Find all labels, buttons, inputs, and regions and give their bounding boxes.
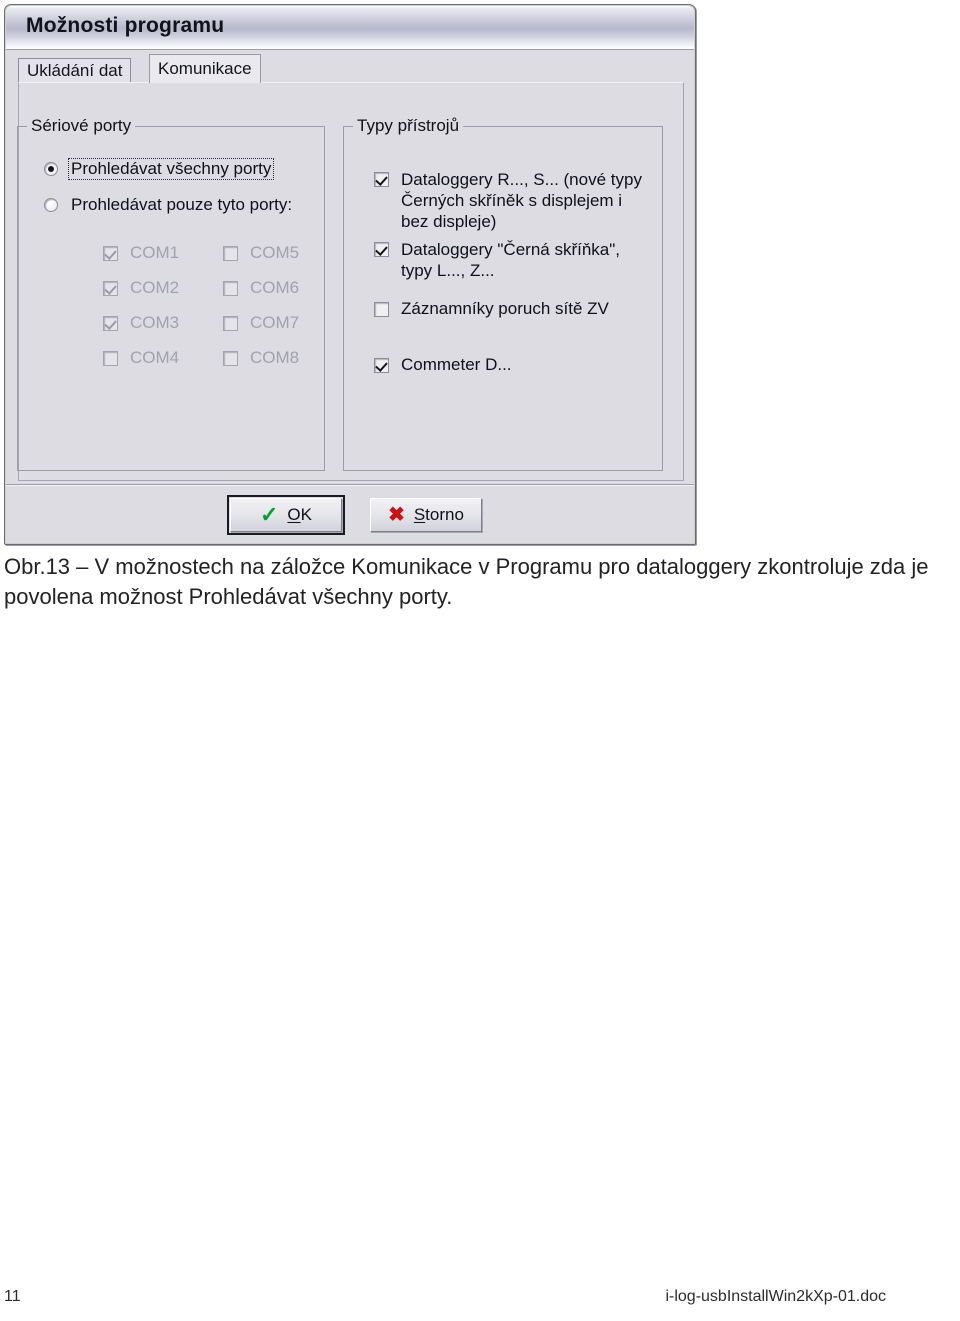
checkbox-com4[interactable]: COM4 (103, 348, 179, 368)
checkbox-label: Dataloggery "Černá skříňka", typy L..., … (401, 240, 620, 280)
checkbox-com3[interactable]: COM3 (103, 313, 179, 333)
radio-indicator-icon (44, 162, 58, 176)
ok-button[interactable]: ✓ OK (227, 495, 345, 535)
dialog-button-bar: ✓ OK ✖ Storno (6, 484, 694, 543)
checkbox-indicator-icon (223, 351, 238, 366)
checkbox-indicator-icon (103, 316, 118, 331)
cancel-label-rest: torno (425, 505, 464, 524)
checkbox-label: COM3 (130, 313, 180, 332)
checkbox-com8[interactable]: COM8 (223, 348, 299, 368)
checkbox-com1[interactable]: COM1 (103, 243, 179, 263)
radio-indicator-icon (44, 198, 58, 212)
radio-label: Prohledávat všechny porty (67, 158, 275, 180)
checkbox-label: Commeter D... (401, 355, 512, 374)
checkbox-zaznamniky-poruch-site-zv[interactable]: Záznamníky poruch sítě ZV (374, 299, 609, 319)
checkbox-commeter-d[interactable]: Commeter D... (374, 355, 512, 375)
dialog-client-area: Ukládání dat Komunikace Sériové porty Pr… (6, 50, 694, 543)
ok-accel-char: O (287, 505, 301, 524)
checkbox-label: Dataloggery R..., S... (nové typy Černýc… (401, 170, 642, 231)
checkbox-label: COM2 (130, 278, 180, 297)
checkbox-indicator-icon (374, 172, 389, 187)
group-device-types-title: Typy přístrojů (353, 116, 464, 136)
dialog-title: Možnosti programu (26, 14, 225, 37)
page-footer: 11 i-log-usbInstallWin2kXp-01.doc (4, 1288, 950, 1314)
group-serial-ports-title: Sériové porty (27, 116, 136, 136)
checkbox-indicator-icon (374, 302, 389, 317)
radio-scan-all-ports[interactable]: Prohledávat všechny porty (44, 158, 275, 180)
tab-ukladani-dat[interactable]: Ukládání dat (18, 58, 132, 82)
checkbox-indicator-icon (223, 281, 238, 296)
tab-komunikace[interactable]: Komunikace (149, 54, 261, 83)
checkbox-indicator-icon (223, 316, 238, 331)
checkbox-label: COM1 (130, 243, 180, 262)
checkbox-label: COM5 (250, 243, 300, 262)
tab-label: Komunikace (158, 59, 252, 78)
check-icon: ✓ (259, 502, 279, 527)
group-serial-ports: Sériové porty Prohledávat všechny porty … (17, 116, 325, 471)
program-options-dialog: Možnosti programu Ukládání dat Komunikac… (4, 4, 696, 545)
cancel-accel-char: S (413, 505, 426, 524)
cancel-button-label: Storno (414, 505, 464, 525)
group-device-types: Typy přístrojů Dataloggery R..., S... (n… (343, 116, 663, 471)
checkbox-com2[interactable]: COM2 (103, 278, 179, 298)
document-file-name: i-log-usbInstallWin2kXp-01.doc (665, 1288, 886, 1305)
checkbox-indicator-icon (374, 358, 389, 373)
page-number: 11 (4, 1288, 21, 1305)
tabstrip: Ukládání dat Komunikace (18, 54, 684, 83)
radio-label: Prohledávat pouze tyto porty: (71, 195, 293, 214)
checkbox-dataloggery-rs[interactable]: Dataloggery R..., S... (nové typy Černýc… (374, 169, 646, 232)
checkbox-com6[interactable]: COM6 (223, 278, 299, 298)
checkbox-indicator-icon (103, 281, 118, 296)
checkbox-label: COM6 (250, 278, 300, 297)
checkbox-indicator-icon (103, 246, 118, 261)
ok-button-label: OK (287, 505, 312, 525)
dialog-titlebar: Možnosti programu (6, 6, 694, 50)
checkbox-indicator-icon (223, 246, 238, 261)
checkbox-label: COM7 (250, 313, 300, 332)
radio-scan-only-these-ports[interactable]: Prohledávat pouze tyto porty: (44, 195, 294, 215)
checkbox-dataloggery-cerna-skrinka[interactable]: Dataloggery "Černá skříňka", typy L..., … (374, 239, 646, 281)
checkbox-label: COM8 (250, 348, 300, 367)
ok-label-rest: K (300, 505, 312, 524)
checkbox-label: Záznamníky poruch sítě ZV (401, 299, 609, 318)
checkbox-indicator-icon (374, 242, 389, 257)
checkbox-label: COM4 (130, 348, 180, 367)
checkbox-indicator-icon (103, 351, 118, 366)
figure-caption: Obr.13 – V možnostech na záložce Komunik… (4, 554, 929, 609)
checkbox-com5[interactable]: COM5 (223, 243, 299, 263)
cancel-button[interactable]: ✖ Storno (370, 498, 482, 532)
tab-label: Ukládání dat (27, 61, 123, 80)
checkbox-com7[interactable]: COM7 (223, 313, 299, 333)
cross-icon: ✖ (388, 504, 405, 526)
